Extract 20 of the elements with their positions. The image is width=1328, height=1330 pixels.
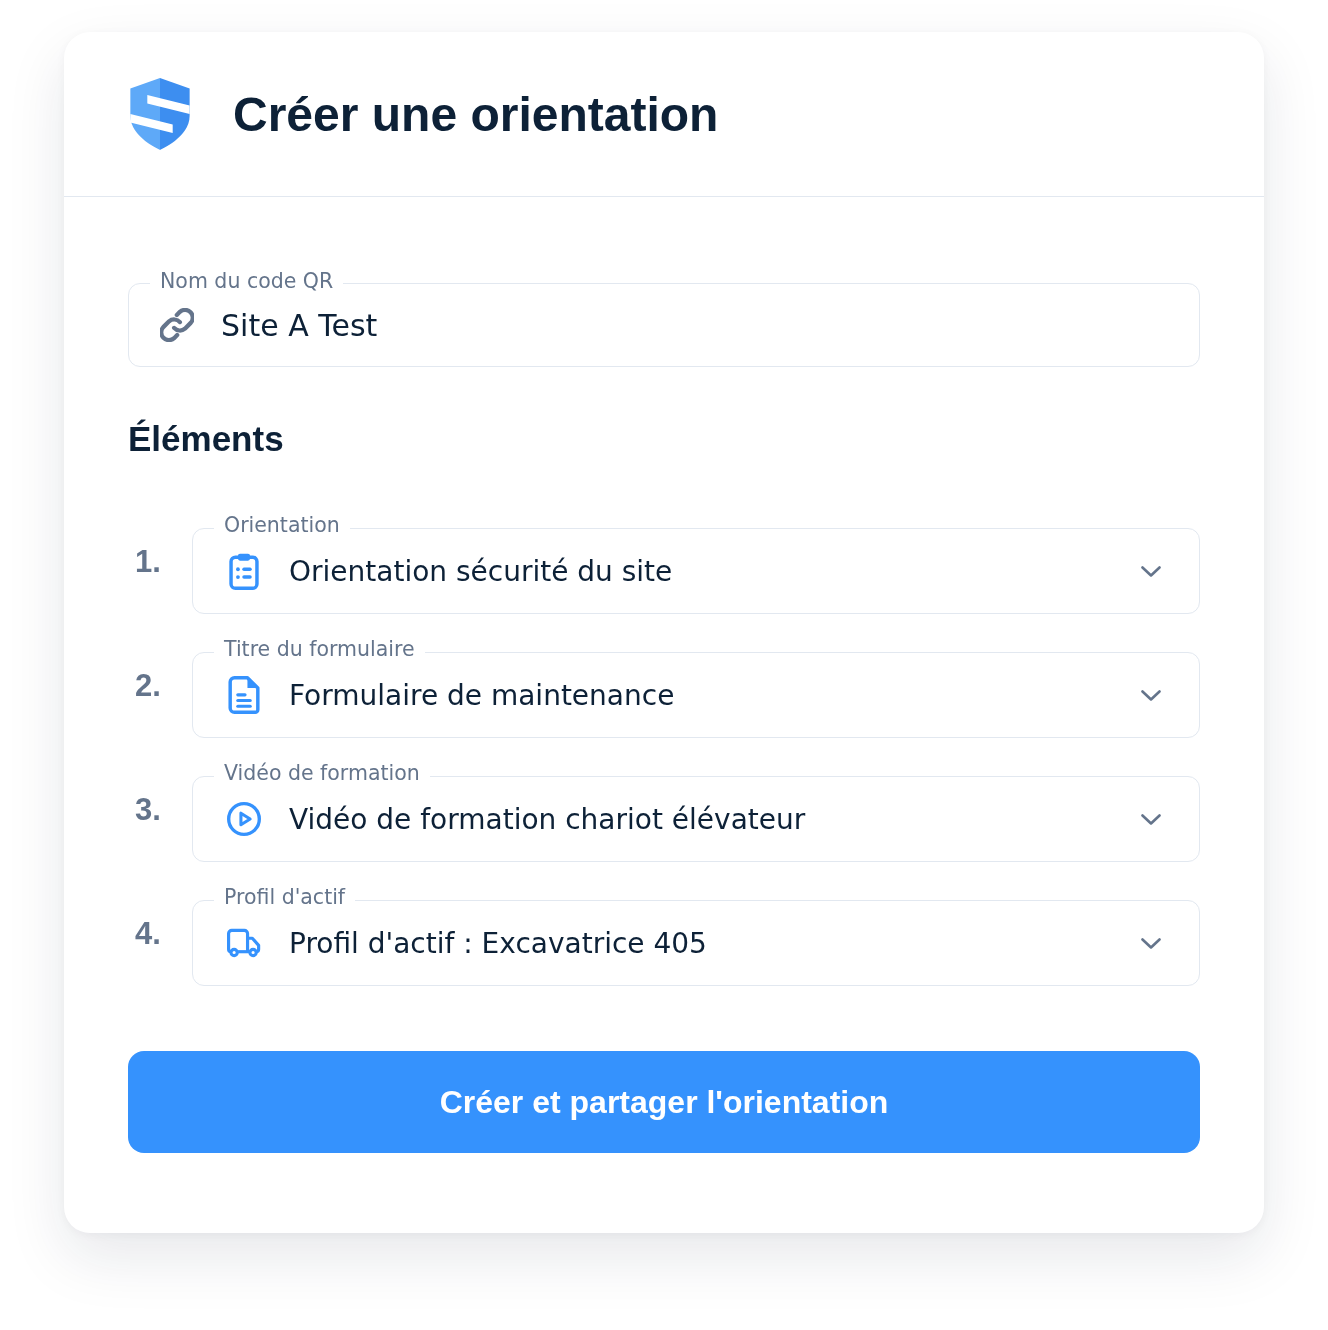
page-title: Créer une orientation — [233, 86, 719, 142]
item-number: 2. — [134, 668, 162, 704]
field-value: Site A Test — [221, 307, 378, 343]
item-number: 4. — [134, 916, 162, 952]
document-icon — [227, 676, 261, 714]
item-number: 3. — [134, 792, 162, 828]
chevron-down-icon — [1141, 689, 1161, 701]
section-heading: Éléments — [128, 419, 285, 459]
shield-logo-icon — [128, 78, 192, 150]
selected-value: Profil d'actif : Excavatrice 405 — [289, 926, 708, 960]
clipboard-list-icon — [227, 552, 261, 590]
link-icon — [160, 308, 194, 342]
chevron-down-icon — [1141, 565, 1161, 577]
chevron-down-icon — [1141, 813, 1161, 825]
chevron-down-icon — [1141, 937, 1161, 949]
play-circle-icon — [227, 800, 261, 838]
selected-value: Vidéo de formation chariot élévateur — [289, 802, 807, 836]
item-number: 1. — [134, 544, 162, 580]
selected-value: Formulaire de maintenance — [289, 678, 676, 712]
selected-value: Orientation sécurité du site — [289, 554, 674, 588]
